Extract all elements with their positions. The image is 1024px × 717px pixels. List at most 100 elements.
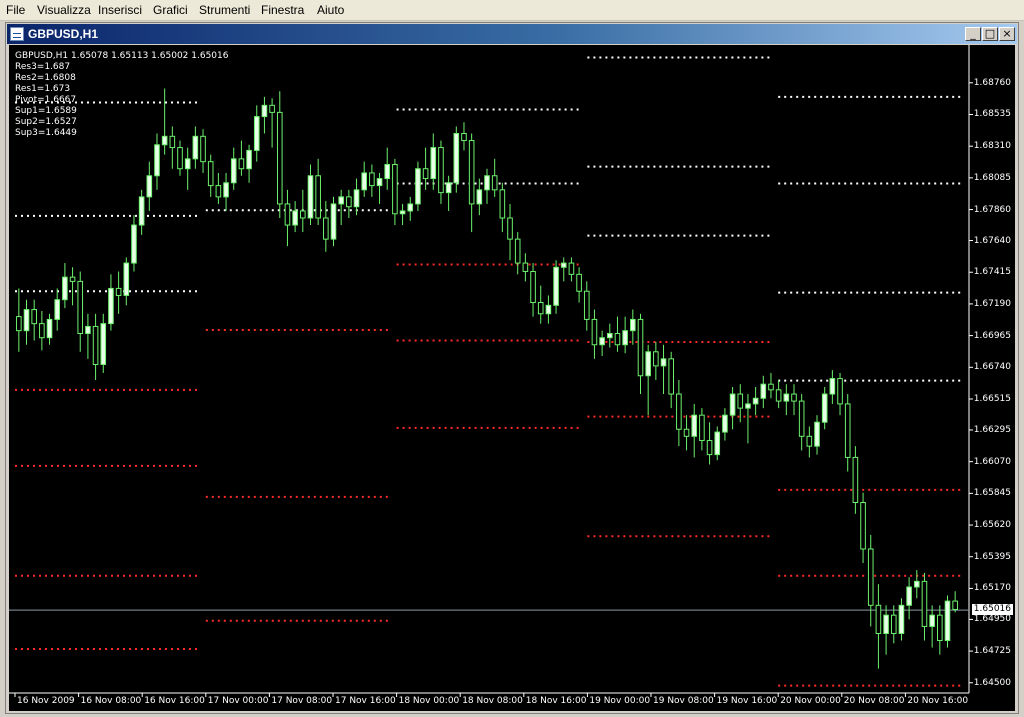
- menu-strumenti[interactable]: Strumenti: [199, 3, 250, 17]
- menu-finestra[interactable]: Finestra: [261, 3, 304, 17]
- time-tick-label: 17 Nov 00:00: [207, 696, 269, 706]
- candle-body: [330, 203, 337, 240]
- candle-body: [46, 318, 53, 339]
- minimize-button[interactable]: _: [965, 27, 981, 41]
- candle-body: [323, 217, 329, 240]
- menu-aiuto[interactable]: Aiuto: [317, 3, 344, 17]
- candle-body: [583, 290, 590, 320]
- candle-body: [560, 262, 567, 268]
- price-tick-label: 1.66740: [973, 362, 1011, 373]
- candle-body: [929, 614, 935, 627]
- candle-body: [530, 271, 536, 304]
- candle-body: [676, 393, 682, 430]
- price-tick-label: 1.67415: [973, 267, 1011, 278]
- candle-body: [115, 287, 122, 296]
- candle-body: [729, 393, 736, 416]
- candle-body: [184, 158, 191, 170]
- candle-body: [100, 323, 107, 365]
- candle-body: [161, 135, 168, 146]
- candle-body: [722, 414, 728, 433]
- price-tick-label: 1.64725: [973, 646, 1011, 657]
- candle-body: [499, 189, 506, 219]
- candle-body: [898, 604, 905, 634]
- candle-body: [867, 548, 874, 606]
- candle-body: [745, 403, 751, 409]
- price-tick-label: 1.68760: [973, 77, 1011, 88]
- candle-body: [645, 351, 651, 377]
- candle-body: [369, 172, 375, 187]
- menu-grafici[interactable]: Grafici: [153, 3, 188, 17]
- candle-body: [223, 182, 229, 198]
- candle-body: [514, 238, 521, 264]
- candle-body: [200, 135, 206, 163]
- chart-canvas[interactable]: [9, 45, 1015, 711]
- candle-body: [614, 332, 621, 346]
- candle-body: [62, 276, 68, 301]
- time-tick-label: 16 Nov 16:00: [144, 696, 205, 706]
- candle-body: [706, 440, 713, 456]
- time-tick-label: 16 Nov 2009: [17, 696, 75, 706]
- candle-body: [85, 325, 91, 334]
- candle-body: [461, 133, 467, 142]
- candle-body: [276, 111, 283, 205]
- price-tick-label: 1.66295: [973, 424, 1011, 435]
- price-tick-label: 1.67190: [973, 298, 1011, 309]
- level-sup3: Sup3=1.6449: [15, 128, 77, 138]
- time-tick-label: 19 Nov 08:00: [653, 696, 714, 706]
- chart-window-icon: [10, 27, 24, 41]
- candle-body: [261, 104, 268, 118]
- price-tick-label: 1.64950: [973, 614, 1011, 625]
- level-sup1: Sup1=1.6589: [15, 106, 77, 116]
- window-titlebar[interactable]: GBPUSD,H1 _ □ ×: [7, 24, 1017, 44]
- candle-body: [798, 400, 805, 437]
- time-tick-label: 16 Nov 08:00: [80, 696, 142, 706]
- candle-body: [146, 175, 153, 198]
- candle-body: [944, 600, 951, 642]
- candle-body: [760, 383, 767, 399]
- candle-body: [54, 299, 61, 320]
- candle-body: [246, 149, 252, 170]
- candle-body: [138, 196, 145, 226]
- candle-body: [407, 203, 414, 212]
- candle-body: [844, 403, 851, 458]
- candle-body: [23, 309, 30, 332]
- level-sup2: Sup2=1.6527: [15, 117, 77, 127]
- price-tick-label: 1.67860: [973, 204, 1011, 215]
- price-tick-label: 1.66070: [973, 456, 1011, 467]
- candle-body: [215, 185, 222, 198]
- menu-visualizza[interactable]: Visualizza: [37, 3, 91, 17]
- candle-body: [269, 104, 275, 113]
- candle-body: [300, 210, 306, 219]
- candle-body: [599, 337, 605, 346]
- candle-body: [177, 147, 183, 170]
- candle-body: [752, 397, 759, 405]
- candle-body: [484, 175, 490, 191]
- candle-body: [77, 280, 84, 334]
- price-chart[interactable]: GBPUSD,H1 1.65078 1.65113 1.65002 1.6501…: [9, 45, 1015, 711]
- candle-body: [637, 318, 644, 377]
- candle-body: [699, 414, 705, 442]
- price-tick-label: 1.66515: [973, 393, 1011, 404]
- menu-inserisci[interactable]: Inserisci: [98, 3, 142, 17]
- candle-body: [39, 323, 45, 339]
- candle-body: [791, 393, 797, 402]
- candle-body: [852, 456, 859, 504]
- time-tick-label: 17 Nov 08:00: [271, 696, 333, 706]
- candle-body: [338, 196, 344, 205]
- candle-body: [683, 428, 690, 437]
- price-tick-label: 1.65395: [973, 551, 1011, 562]
- level-pivot: Pivot=1.6667: [15, 95, 77, 105]
- time-tick-label: 18 Nov 00:00: [398, 696, 460, 706]
- candle-body: [16, 316, 22, 332]
- candle-body: [875, 604, 882, 634]
- close-button[interactable]: ×: [999, 27, 1015, 41]
- candle-body: [783, 393, 790, 402]
- maximize-button[interactable]: □: [982, 27, 998, 41]
- time-tick-label: 17 Nov 16:00: [335, 696, 396, 706]
- level-res3: Res3=1.687: [15, 62, 71, 72]
- menu-file[interactable]: File: [6, 3, 25, 17]
- candle-body: [307, 175, 314, 219]
- candle-body: [468, 140, 475, 205]
- candle-body: [737, 393, 744, 409]
- candle-body: [230, 158, 237, 184]
